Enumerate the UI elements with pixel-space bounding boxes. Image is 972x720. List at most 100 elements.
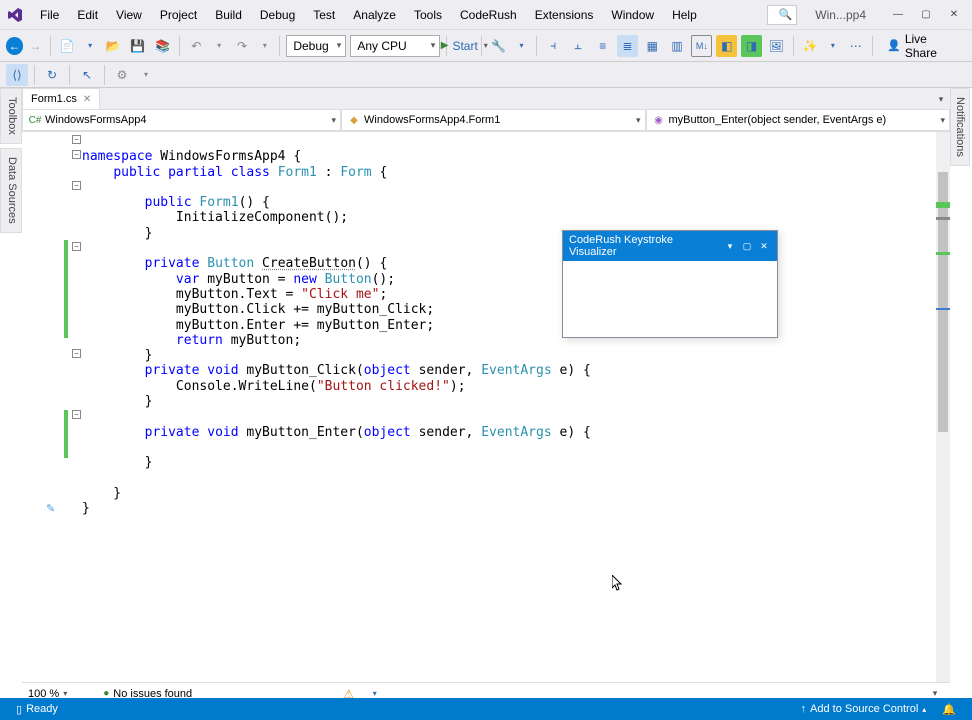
status-ready: ▯ Ready bbox=[8, 703, 66, 716]
tb-icon-wrap[interactable]: ≣ bbox=[617, 35, 638, 57]
tb2-gear-button[interactable]: ⚙ bbox=[111, 64, 133, 86]
coderush-keystroke-panel[interactable]: CodeRush Keystroke Visualizer ▾ ▢ ✕ bbox=[562, 230, 778, 338]
fold-toggle[interactable]: − bbox=[72, 135, 81, 144]
notifications-tab[interactable]: Notifications bbox=[950, 88, 970, 166]
menu-coderush[interactable]: CodeRush bbox=[452, 4, 525, 26]
new-project-button[interactable]: 📄 bbox=[57, 35, 78, 57]
scroll-thumb[interactable] bbox=[938, 172, 948, 432]
fold-toggle[interactable]: − bbox=[72, 181, 81, 190]
menu-project[interactable]: Project bbox=[152, 4, 205, 26]
close-icon[interactable]: ✕ bbox=[83, 94, 91, 105]
tb-icon-marker[interactable]: ◨ bbox=[741, 35, 762, 57]
tb-icon-wand[interactable]: ✨ bbox=[800, 35, 821, 57]
scroll-marker bbox=[936, 217, 950, 220]
app-title: Win...pp4 bbox=[805, 6, 876, 24]
panel-close-button[interactable]: ✕ bbox=[757, 239, 771, 253]
tb-icon-misc[interactable]: ⋯ bbox=[845, 35, 866, 57]
search-box[interactable]: 🔍 bbox=[767, 5, 797, 25]
change-marker bbox=[64, 410, 68, 458]
status-icon: ▯ bbox=[16, 703, 22, 716]
fold-toggle[interactable]: − bbox=[72, 150, 81, 159]
document-tabs: Form1.cs ✕ ▾ bbox=[22, 88, 950, 110]
start-button[interactable]: ▶ Start ▾ bbox=[453, 35, 475, 57]
new-project-dropdown[interactable]: ▾ bbox=[82, 35, 99, 57]
tb-icon-bookmark[interactable]: ◧ bbox=[716, 35, 737, 57]
tb2-cursor-button[interactable]: ↖ bbox=[76, 64, 98, 86]
source-control-button[interactable]: ↑ Add to Source Control ▴ bbox=[793, 703, 935, 715]
panel-body bbox=[563, 261, 777, 337]
nav-fwd-button[interactable]: → bbox=[27, 35, 44, 57]
tb-icon-1[interactable]: 🔧 bbox=[488, 35, 509, 57]
start-label: Start bbox=[452, 39, 477, 53]
nav-project-combo[interactable]: C# WindowsFormsApp4 bbox=[22, 110, 341, 131]
maximize-button[interactable]: ▢ bbox=[914, 5, 938, 25]
scroll-marker bbox=[936, 205, 950, 208]
nav-back-button[interactable]: ← bbox=[6, 37, 23, 55]
menu-test[interactable]: Test bbox=[305, 4, 343, 26]
right-side-tabs: Notifications bbox=[950, 88, 972, 166]
code-content[interactable]: namespace WindowsFormsApp4 { public part… bbox=[82, 132, 936, 682]
panel-title: CodeRush Keystroke Visualizer bbox=[569, 234, 723, 258]
menu-file[interactable]: File bbox=[32, 4, 67, 26]
tb-icon-lines[interactable]: ≡ bbox=[592, 35, 613, 57]
save-all-button[interactable]: 📚 bbox=[152, 35, 173, 57]
nav-member-label: myButton_Enter(object sender, EventArgs … bbox=[669, 114, 887, 126]
nav-project-label: WindowsFormsApp4 bbox=[45, 114, 146, 126]
fold-toggle[interactable]: − bbox=[72, 242, 81, 251]
editor-scrollbar[interactable] bbox=[936, 132, 950, 682]
tb2-refresh-button[interactable]: ↻ bbox=[41, 64, 63, 86]
tb-icon-1-drop[interactable]: ▾ bbox=[513, 35, 530, 57]
tb2-gear-drop[interactable]: ▾ bbox=[137, 64, 155, 86]
live-share-button[interactable]: Live Share bbox=[879, 35, 966, 57]
notification-bell[interactable]: 🔔 bbox=[934, 703, 964, 716]
config-combo[interactable]: Debug bbox=[286, 35, 346, 57]
menu-edit[interactable]: Edit bbox=[69, 4, 106, 26]
tb-icon-wand-drop[interactable]: ▾ bbox=[824, 35, 841, 57]
editor-margin: − − − − − − ✎ bbox=[22, 132, 82, 682]
secondary-toolbar: ⟨⟩ ↻ ↖ ⚙ ▾ bbox=[0, 62, 972, 88]
toolbox-tab[interactable]: Toolbox bbox=[0, 88, 22, 144]
nav-class-label: WindowsFormsApp4.Form1 bbox=[364, 114, 500, 126]
tb2-icon-1[interactable]: ⟨⟩ bbox=[6, 64, 28, 86]
menu-debug[interactable]: Debug bbox=[252, 4, 303, 26]
platform-combo[interactable]: Any CPU bbox=[350, 35, 440, 57]
code-editor[interactable]: − − − − − − ✎ namespace WindowsFormsApp4… bbox=[22, 132, 950, 682]
menu-analyze[interactable]: Analyze bbox=[345, 4, 404, 26]
doc-tabs-dropdown[interactable]: ▾ bbox=[932, 88, 950, 110]
source-control-icon: ↑ bbox=[801, 703, 807, 715]
menu-build[interactable]: Build bbox=[207, 4, 250, 26]
undo-button[interactable]: ↶ bbox=[186, 35, 207, 57]
menu-help[interactable]: Help bbox=[664, 4, 705, 26]
fold-toggle[interactable]: − bbox=[72, 410, 81, 419]
tb-icon-uncomment[interactable]: ▥ bbox=[667, 35, 688, 57]
live-share-label: Live Share bbox=[905, 32, 958, 60]
open-file-button[interactable]: 📂 bbox=[103, 35, 124, 57]
quick-action-icon[interactable]: ✎ bbox=[46, 502, 55, 515]
menu-tools[interactable]: Tools bbox=[406, 4, 450, 26]
save-button[interactable]: 💾 bbox=[127, 35, 148, 57]
data-sources-tab[interactable]: Data Sources bbox=[0, 148, 22, 233]
redo-dropdown[interactable]: ▾ bbox=[256, 35, 273, 57]
nav-member-combo[interactable]: ◉ myButton_Enter(object sender, EventArg… bbox=[646, 110, 950, 131]
tb-icon-image[interactable]: 🖼 bbox=[766, 35, 787, 57]
search-icon: 🔍 bbox=[779, 8, 793, 21]
minimize-button[interactable]: — bbox=[886, 5, 910, 25]
panel-title-bar[interactable]: CodeRush Keystroke Visualizer ▾ ▢ ✕ bbox=[563, 231, 777, 261]
close-button[interactable]: ✕ bbox=[942, 5, 966, 25]
menu-extensions[interactable]: Extensions bbox=[527, 4, 602, 26]
tb-icon-outdent[interactable]: ⫠ bbox=[568, 35, 589, 57]
tb-icon-comment[interactable]: ▦ bbox=[642, 35, 663, 57]
undo-dropdown[interactable]: ▾ bbox=[211, 35, 228, 57]
left-side-tabs: Toolbox Data Sources bbox=[0, 88, 22, 233]
menu-window[interactable]: Window bbox=[603, 4, 662, 26]
menu-view[interactable]: View bbox=[108, 4, 150, 26]
document-tab-label: Form1.cs bbox=[31, 93, 77, 105]
redo-button[interactable]: ↷ bbox=[232, 35, 253, 57]
document-tab-form1[interactable]: Form1.cs ✕ bbox=[22, 88, 100, 109]
panel-dropdown-button[interactable]: ▾ bbox=[723, 239, 737, 253]
tb-icon-indent[interactable]: ⫞ bbox=[543, 35, 564, 57]
nav-class-combo[interactable]: ◆ WindowsFormsApp4.Form1 bbox=[341, 110, 645, 131]
fold-toggle[interactable]: − bbox=[72, 349, 81, 358]
tb-icon-m[interactable]: M↓ bbox=[691, 35, 712, 57]
panel-maximize-button[interactable]: ▢ bbox=[740, 239, 754, 253]
